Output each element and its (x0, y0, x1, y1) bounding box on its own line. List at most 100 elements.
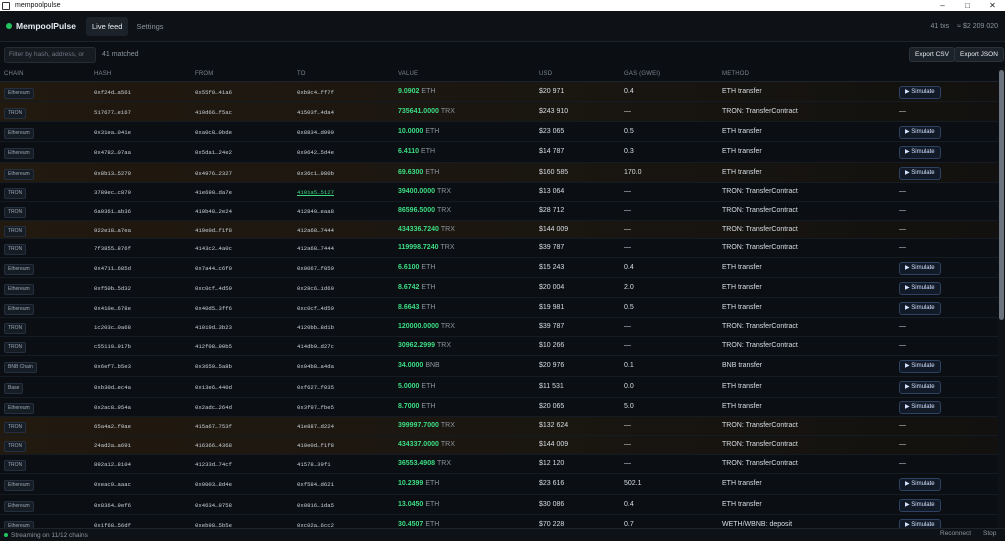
tx-hash[interactable]: 6a0361…ab36 (94, 208, 131, 215)
from-address[interactable]: 0x4976…2327 (195, 170, 232, 177)
column-header-to[interactable]: TO (297, 67, 306, 82)
to-address[interactable]: 0xb9c4…ff7f (297, 89, 334, 96)
tx-hash[interactable]: 7f3855…876f (94, 245, 131, 252)
table-row[interactable]: TRON 3789ec…c879 41e690…da7e 4101a5…5127 394… (0, 183, 998, 202)
from-address[interactable]: 419d66…f5ac (195, 109, 232, 116)
table-row[interactable]: TRON c55119…917b 412f08…90b5 414db9…d27c 309… (0, 337, 998, 356)
tab-live-feed[interactable]: Live feed (85, 16, 129, 36)
to-address[interactable]: 412a68…7444 (297, 245, 334, 252)
table-row[interactable]: Ethereum 0xf24d…a561 0x55f9…41a6 0xb9c4…ff7… (0, 82, 998, 102)
table-row[interactable]: TRON 24ad2a…a691 416366…4368 419e0d…f1f8 434… (0, 436, 998, 455)
tx-hash[interactable]: 0xeac9…aaac (94, 481, 131, 488)
table-row[interactable]: TRON 7f3855…876f 4143c2…4a0c 412a68…7444 119… (0, 239, 998, 258)
tx-hash[interactable]: 0x4782…07aa (94, 149, 131, 156)
table-row[interactable]: TRON 922e18…a7ea 419e0d…f1f8 412a68…7444 434… (0, 221, 998, 239)
tx-hash[interactable]: 0xf50b…5d32 (94, 285, 131, 292)
simulate-button[interactable]: ▶ Simulate (899, 282, 941, 295)
from-address[interactable]: 0x13e6…440d (195, 384, 232, 391)
to-address[interactable]: 412849…eaa8 (297, 208, 334, 215)
to-address[interactable]: 0x04b8…a4da (297, 363, 334, 370)
simulate-button[interactable]: ▶ Simulate (899, 381, 941, 394)
to-address[interactable]: 0xf627…f035 (297, 384, 334, 391)
from-address[interactable]: 0x5da1…24e2 (195, 149, 232, 156)
simulate-button[interactable]: ▶ Simulate (899, 519, 941, 528)
simulate-button[interactable]: ▶ Simulate (899, 167, 941, 180)
close-button[interactable]: ✕ (980, 0, 1005, 11)
table-row[interactable]: Ethereum 0x410e…678e 0x40d5…3ff6 0xc0cf…4d5… (0, 298, 998, 318)
tx-hash[interactable]: 65a4a2…f9ae (94, 423, 131, 430)
tx-hash[interactable]: 517677…e167 (94, 109, 131, 116)
table-row[interactable]: Ethereum 0xf50b…5d32 0xc0cf…4d59 0x28c6…1d6… (0, 278, 998, 298)
table-row[interactable]: TRON 1c203c…0a68 41019d…3b23 4120bb…8d1b 120… (0, 318, 998, 337)
table-row[interactable]: Ethereum 0x8364…9ef6 0x4634…9758 0x0816…1da… (0, 495, 998, 515)
simulate-button[interactable]: ▶ Simulate (899, 146, 941, 159)
to-address[interactable]: 41503f…4da4 (297, 109, 334, 116)
from-address[interactable]: 4143c2…4a0c (195, 245, 232, 252)
column-header-hash[interactable]: HASH (94, 67, 111, 82)
export-csv-button[interactable]: Export CSV (909, 47, 955, 62)
column-header-chain[interactable]: CHAIN (4, 67, 24, 82)
from-address[interactable]: 0x7a44…c6f0 (195, 265, 232, 272)
table-row[interactable]: Ethereum 0x1f68…56df 0xeb98…5b5e 0xc02a…6cc… (0, 515, 998, 528)
tx-hash[interactable]: 0xf24d…a561 (94, 89, 131, 96)
from-address[interactable]: 41e690…da7e (195, 189, 232, 196)
to-address[interactable]: 0x8834…d099 (297, 129, 334, 136)
to-address[interactable]: 0x0067…f859 (297, 265, 334, 272)
maximize-button[interactable]: □ (955, 0, 980, 11)
table-row[interactable]: Ethereum 0x2ac8…954a 0x2adc…264d 0x3f97…fbe… (0, 398, 998, 417)
tx-hash[interactable]: 892a12…8104 (94, 461, 131, 468)
from-address[interactable]: 415a67…753f (195, 423, 232, 430)
from-address[interactable]: 412f08…90b5 (195, 343, 232, 350)
to-address[interactable]: 41578…39f1 (297, 461, 331, 468)
tx-hash[interactable]: 0x6ef7…b5e3 (94, 363, 131, 370)
to-address[interactable]: 414db9…d27c (297, 343, 334, 350)
simulate-button[interactable]: ▶ Simulate (899, 478, 941, 491)
simulate-button[interactable]: ▶ Simulate (899, 499, 941, 512)
tx-hash[interactable]: 1c203c…0a68 (94, 324, 131, 331)
tab-settings[interactable]: Settings (130, 17, 169, 36)
from-address[interactable]: 410b48…2e24 (195, 208, 232, 215)
from-address[interactable]: 0x40d5…3ff6 (195, 305, 232, 312)
to-address[interactable]: 0x36c1…980b (297, 170, 334, 177)
from-address[interactable]: 41233d…74cf (195, 461, 232, 468)
to-address[interactable]: 412a68…7444 (297, 227, 334, 234)
to-address[interactable]: 0xf584…d621 (297, 481, 334, 488)
tx-hash[interactable]: 0x410e…678e (94, 305, 131, 312)
table-row[interactable]: TRON 517677…e167 419d66…f5ac 41503f…4da4 735… (0, 102, 998, 122)
tx-hash[interactable]: 3789ec…c879 (94, 189, 131, 196)
column-header-usd[interactable]: USD (539, 67, 552, 82)
simulate-button[interactable]: ▶ Simulate (899, 302, 941, 315)
from-address[interactable]: 0x4634…9758 (195, 502, 232, 509)
table-row[interactable]: Ethereum 0xeac9…aaac 0x0003…8d4e 0xf584…d62… (0, 474, 998, 495)
tx-hash[interactable]: 0x8b13…5279 (94, 170, 131, 177)
tx-hash[interactable]: 922e18…a7ea (94, 227, 131, 234)
table-row[interactable]: TRON 65a4a2…f9ae 415a67…753f 41e887…d224 399… (0, 417, 998, 436)
from-address[interactable]: 0x2adc…264d (195, 404, 232, 411)
table-row[interactable]: TRON 892a12…8104 41233d…74cf 41578…39f1 3655… (0, 455, 998, 474)
table-row[interactable]: Ethereum 0x4782…07aa 0x5da1…24e2 0x9642…5d4… (0, 142, 998, 163)
to-address[interactable]: 0x9642…5d4e (297, 149, 334, 156)
from-address[interactable]: 0xa0c8…0bde (195, 129, 232, 136)
to-address[interactable]: 0x0816…1da5 (297, 502, 334, 509)
from-address[interactable]: 416366…4368 (195, 442, 232, 449)
simulate-button[interactable]: ▶ Simulate (899, 126, 941, 139)
simulate-button[interactable]: ▶ Simulate (899, 360, 941, 373)
to-address[interactable]: 0x3f97…fbe5 (297, 404, 334, 411)
column-header-method[interactable]: METHOD (722, 67, 749, 82)
from-address[interactable]: 0x3659…5a8b (195, 363, 232, 370)
column-header-gas[interactable]: GAS (GWEI) (624, 67, 660, 82)
from-address[interactable]: 41019d…3b23 (195, 324, 232, 331)
tx-hash[interactable]: 0x31ea…041e (94, 129, 131, 136)
column-header-value[interactable]: VALUE (398, 67, 418, 82)
from-address[interactable]: 0x0003…8d4e (195, 481, 232, 488)
simulate-button[interactable]: ▶ Simulate (899, 262, 941, 275)
simulate-button[interactable]: ▶ Simulate (899, 401, 941, 414)
table-row[interactable]: Ethereum 0x31ea…041e 0xa0c8…0bde 0x8834…d09… (0, 122, 998, 142)
tx-hash[interactable]: 0x8364…9ef6 (94, 502, 131, 509)
tx-hash[interactable]: 0x2ac8…954a (94, 404, 131, 411)
scrollbar-thumb[interactable] (999, 70, 1004, 320)
to-address[interactable]: 4120bb…8d1b (297, 324, 334, 331)
reconnect-button[interactable]: Reconnect (940, 530, 971, 537)
table-row[interactable]: Base 0xb30d…ec4a 0x13e6…440d 0xf627…f035 5.0… (0, 377, 998, 398)
search-input[interactable] (4, 46, 96, 63)
